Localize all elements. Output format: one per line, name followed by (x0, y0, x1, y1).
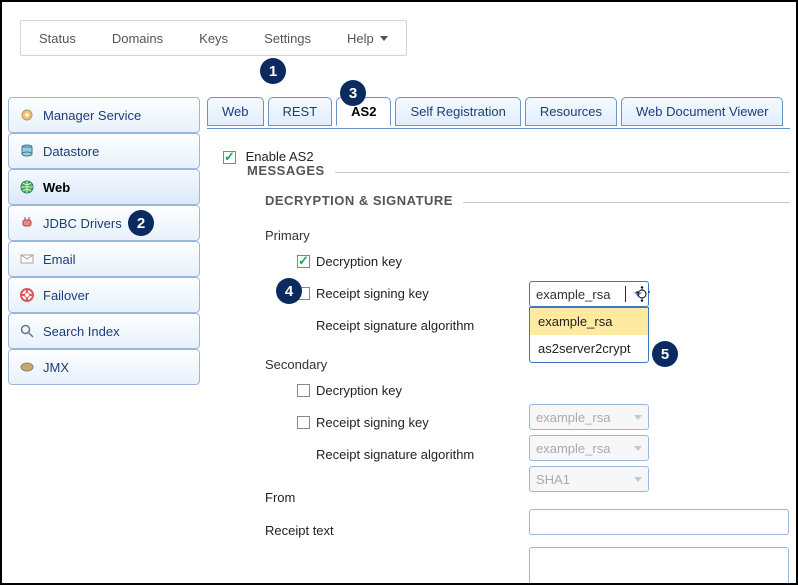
callout-5: 5 (652, 341, 678, 367)
sidebar-item-label: Datastore (43, 144, 99, 159)
secondary-decryption-key-combo[interactable]: example_rsa (529, 404, 649, 430)
chevron-down-icon (634, 415, 642, 420)
tab-rest[interactable]: REST (268, 97, 333, 126)
search-icon (19, 323, 35, 339)
decryption-key-label: Decryption key (316, 383, 402, 398)
chevron-down-icon (634, 477, 642, 482)
sidebar-item-label: Failover (43, 288, 89, 303)
sidebar-item-label: JMX (43, 360, 69, 375)
callout-3: 3 (340, 80, 366, 106)
tab-self-registration[interactable]: Self Registration (395, 97, 520, 126)
from-label: From (265, 490, 790, 505)
secondary-decryption-key-row: Decryption key (297, 376, 790, 404)
tab-web[interactable]: Web (207, 97, 264, 126)
messages-section-title: MESSAGES (247, 172, 790, 188)
decryption-signature-title: DECRYPTION & SIGNATURE (265, 202, 790, 218)
combo-value: example_rsa (536, 410, 610, 425)
combo-value: example_rsa (536, 287, 610, 302)
lifebuoy-icon (19, 287, 35, 303)
gear-icon (19, 107, 35, 123)
mail-icon (19, 251, 35, 267)
sidebar-item-label: JDBC Drivers (43, 216, 122, 231)
decryption-key-label: Decryption key (316, 254, 402, 269)
receipt-text-input[interactable] (529, 547, 789, 585)
secondary-receipt-sig-algo-combo[interactable]: SHA1 (529, 466, 649, 492)
combo-value: example_rsa (536, 441, 610, 456)
sidebar-item-label: Manager Service (43, 108, 141, 123)
callout-1: 1 (260, 58, 286, 84)
combo-value: SHA1 (536, 472, 570, 487)
top-menu: Status Domains Keys Settings Help (20, 20, 407, 56)
sidebar-item-email[interactable]: Email (8, 241, 200, 277)
enable-as2-label: Enable AS2 (246, 149, 314, 164)
from-input[interactable] (529, 509, 789, 535)
sidebar-item-manager-service[interactable]: Manager Service (8, 97, 200, 133)
sidebar-item-label: Web (43, 180, 70, 195)
secondary-receipt-signing-checkbox[interactable] (297, 416, 310, 429)
sidebar: Manager Service Datastore Web JDBC Drive… (8, 97, 200, 385)
primary-decryption-key-row: Decryption key (297, 247, 790, 275)
sidebar-item-label: Search Index (43, 324, 120, 339)
chevron-down-icon (634, 292, 642, 297)
chevron-down-icon (634, 446, 642, 451)
enable-as2-checkbox[interactable] (223, 151, 236, 164)
secondary-decryption-key-checkbox[interactable] (297, 384, 310, 397)
plug-icon (19, 215, 35, 231)
primary-decryption-key-checkbox[interactable] (297, 255, 310, 268)
sidebar-item-search-index[interactable]: Search Index (8, 313, 200, 349)
sidebar-item-failover[interactable]: Failover (8, 277, 200, 313)
globe-icon (19, 179, 35, 195)
secondary-receipt-signing-key-combo[interactable]: example_rsa (529, 435, 649, 461)
caret-down-icon (380, 36, 388, 41)
receipt-signing-key-label: Receipt signing key (316, 286, 429, 301)
menu-domains[interactable]: Domains (94, 21, 181, 55)
receipt-sig-algo-label: Receipt signature algorithm (316, 447, 474, 462)
menu-settings[interactable]: Settings (246, 21, 329, 55)
sidebar-item-datastore[interactable]: Datastore (8, 133, 200, 169)
callout-2: 2 (128, 210, 154, 236)
primary-group-label: Primary (265, 228, 790, 243)
dropdown-option[interactable]: example_rsa (530, 308, 648, 335)
tab-underline (207, 128, 790, 129)
receipt-signing-key-label: Receipt signing key (316, 415, 429, 430)
primary-decryption-key-dropdown: example_rsa as2server2crypt (529, 307, 649, 363)
menu-help[interactable]: Help (329, 21, 406, 55)
sidebar-item-web[interactable]: Web (8, 169, 200, 205)
menu-keys[interactable]: Keys (181, 21, 246, 55)
receipt-sig-algo-label: Receipt signature algorithm (316, 318, 474, 333)
secondary-group-label: Secondary (265, 357, 790, 372)
content-area: Enable AS2 MESSAGES DECRYPTION & SIGNATU… (207, 137, 790, 577)
tab-bar: Web REST AS2 Self Registration Resources… (207, 97, 783, 126)
database-icon (19, 143, 35, 159)
enable-as2-row: Enable AS2 (223, 149, 790, 164)
callout-4: 4 (276, 278, 302, 304)
menu-status[interactable]: Status (21, 21, 94, 55)
dropdown-option[interactable]: as2server2crypt (530, 335, 648, 362)
tab-resources[interactable]: Resources (525, 97, 617, 126)
bean-icon (19, 359, 35, 375)
sidebar-item-jmx[interactable]: JMX (8, 349, 200, 385)
sidebar-item-label: Email (43, 252, 76, 267)
sidebar-item-jdbc-drivers[interactable]: JDBC Drivers (8, 205, 200, 241)
tab-web-document-viewer[interactable]: Web Document Viewer (621, 97, 783, 126)
primary-decryption-key-combo[interactable]: example_rsa (529, 281, 649, 307)
